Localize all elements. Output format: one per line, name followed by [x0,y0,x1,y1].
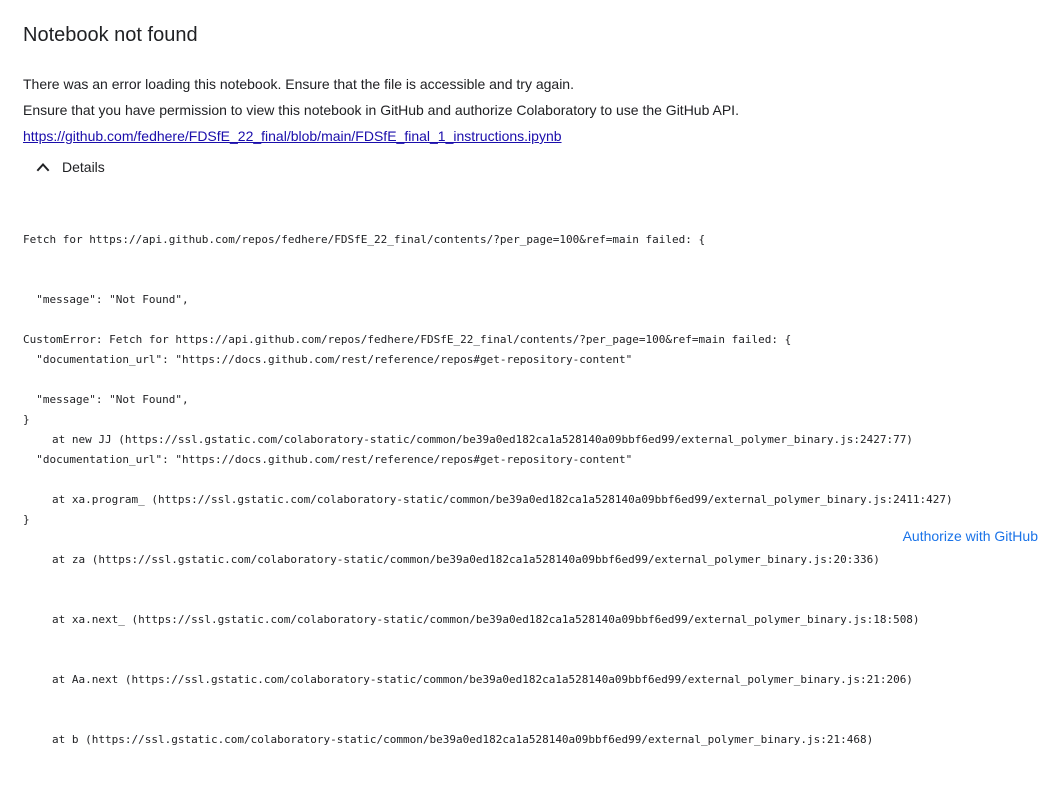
dialog-title: Notebook not found [23,24,198,46]
stack-frame: at Aa.next (https://ssl.gstatic.com/cola… [52,673,913,686]
stack-trace: at new JJ (https://ssl.gstatic.com/colab… [52,390,953,790]
details-label: Details [62,159,105,175]
stack-frame: at xa.program_ (https://ssl.gstatic.com/… [52,493,953,506]
permission-message: Ensure that you have permission to view … [23,102,739,118]
error-dialog: Notebook not found There was an error lo… [0,0,1052,746]
details-toggle[interactable]: Details [36,156,105,178]
error-message: There was an error loading this notebook… [23,76,574,92]
stack-frame: at xa.next_ (https://ssl.gstatic.com/col… [52,613,920,626]
error-line: Fetch for https://api.github.com/repos/f… [23,233,706,246]
stack-frame: at b (https://ssl.gstatic.com/colaborato… [52,733,874,746]
notebook-link[interactable]: https://github.com/fedhere/FDSfE_22_fina… [23,127,562,145]
stack-frame: at new JJ (https://ssl.gstatic.com/colab… [52,433,913,446]
chevron-up-icon [36,160,50,174]
stack-frame: at za (https://ssl.gstatic.com/colaborat… [52,553,880,566]
authorize-github-button[interactable]: Authorize with GitHub [903,525,1038,547]
error-line: CustomError: Fetch for https://api.githu… [23,333,792,346]
